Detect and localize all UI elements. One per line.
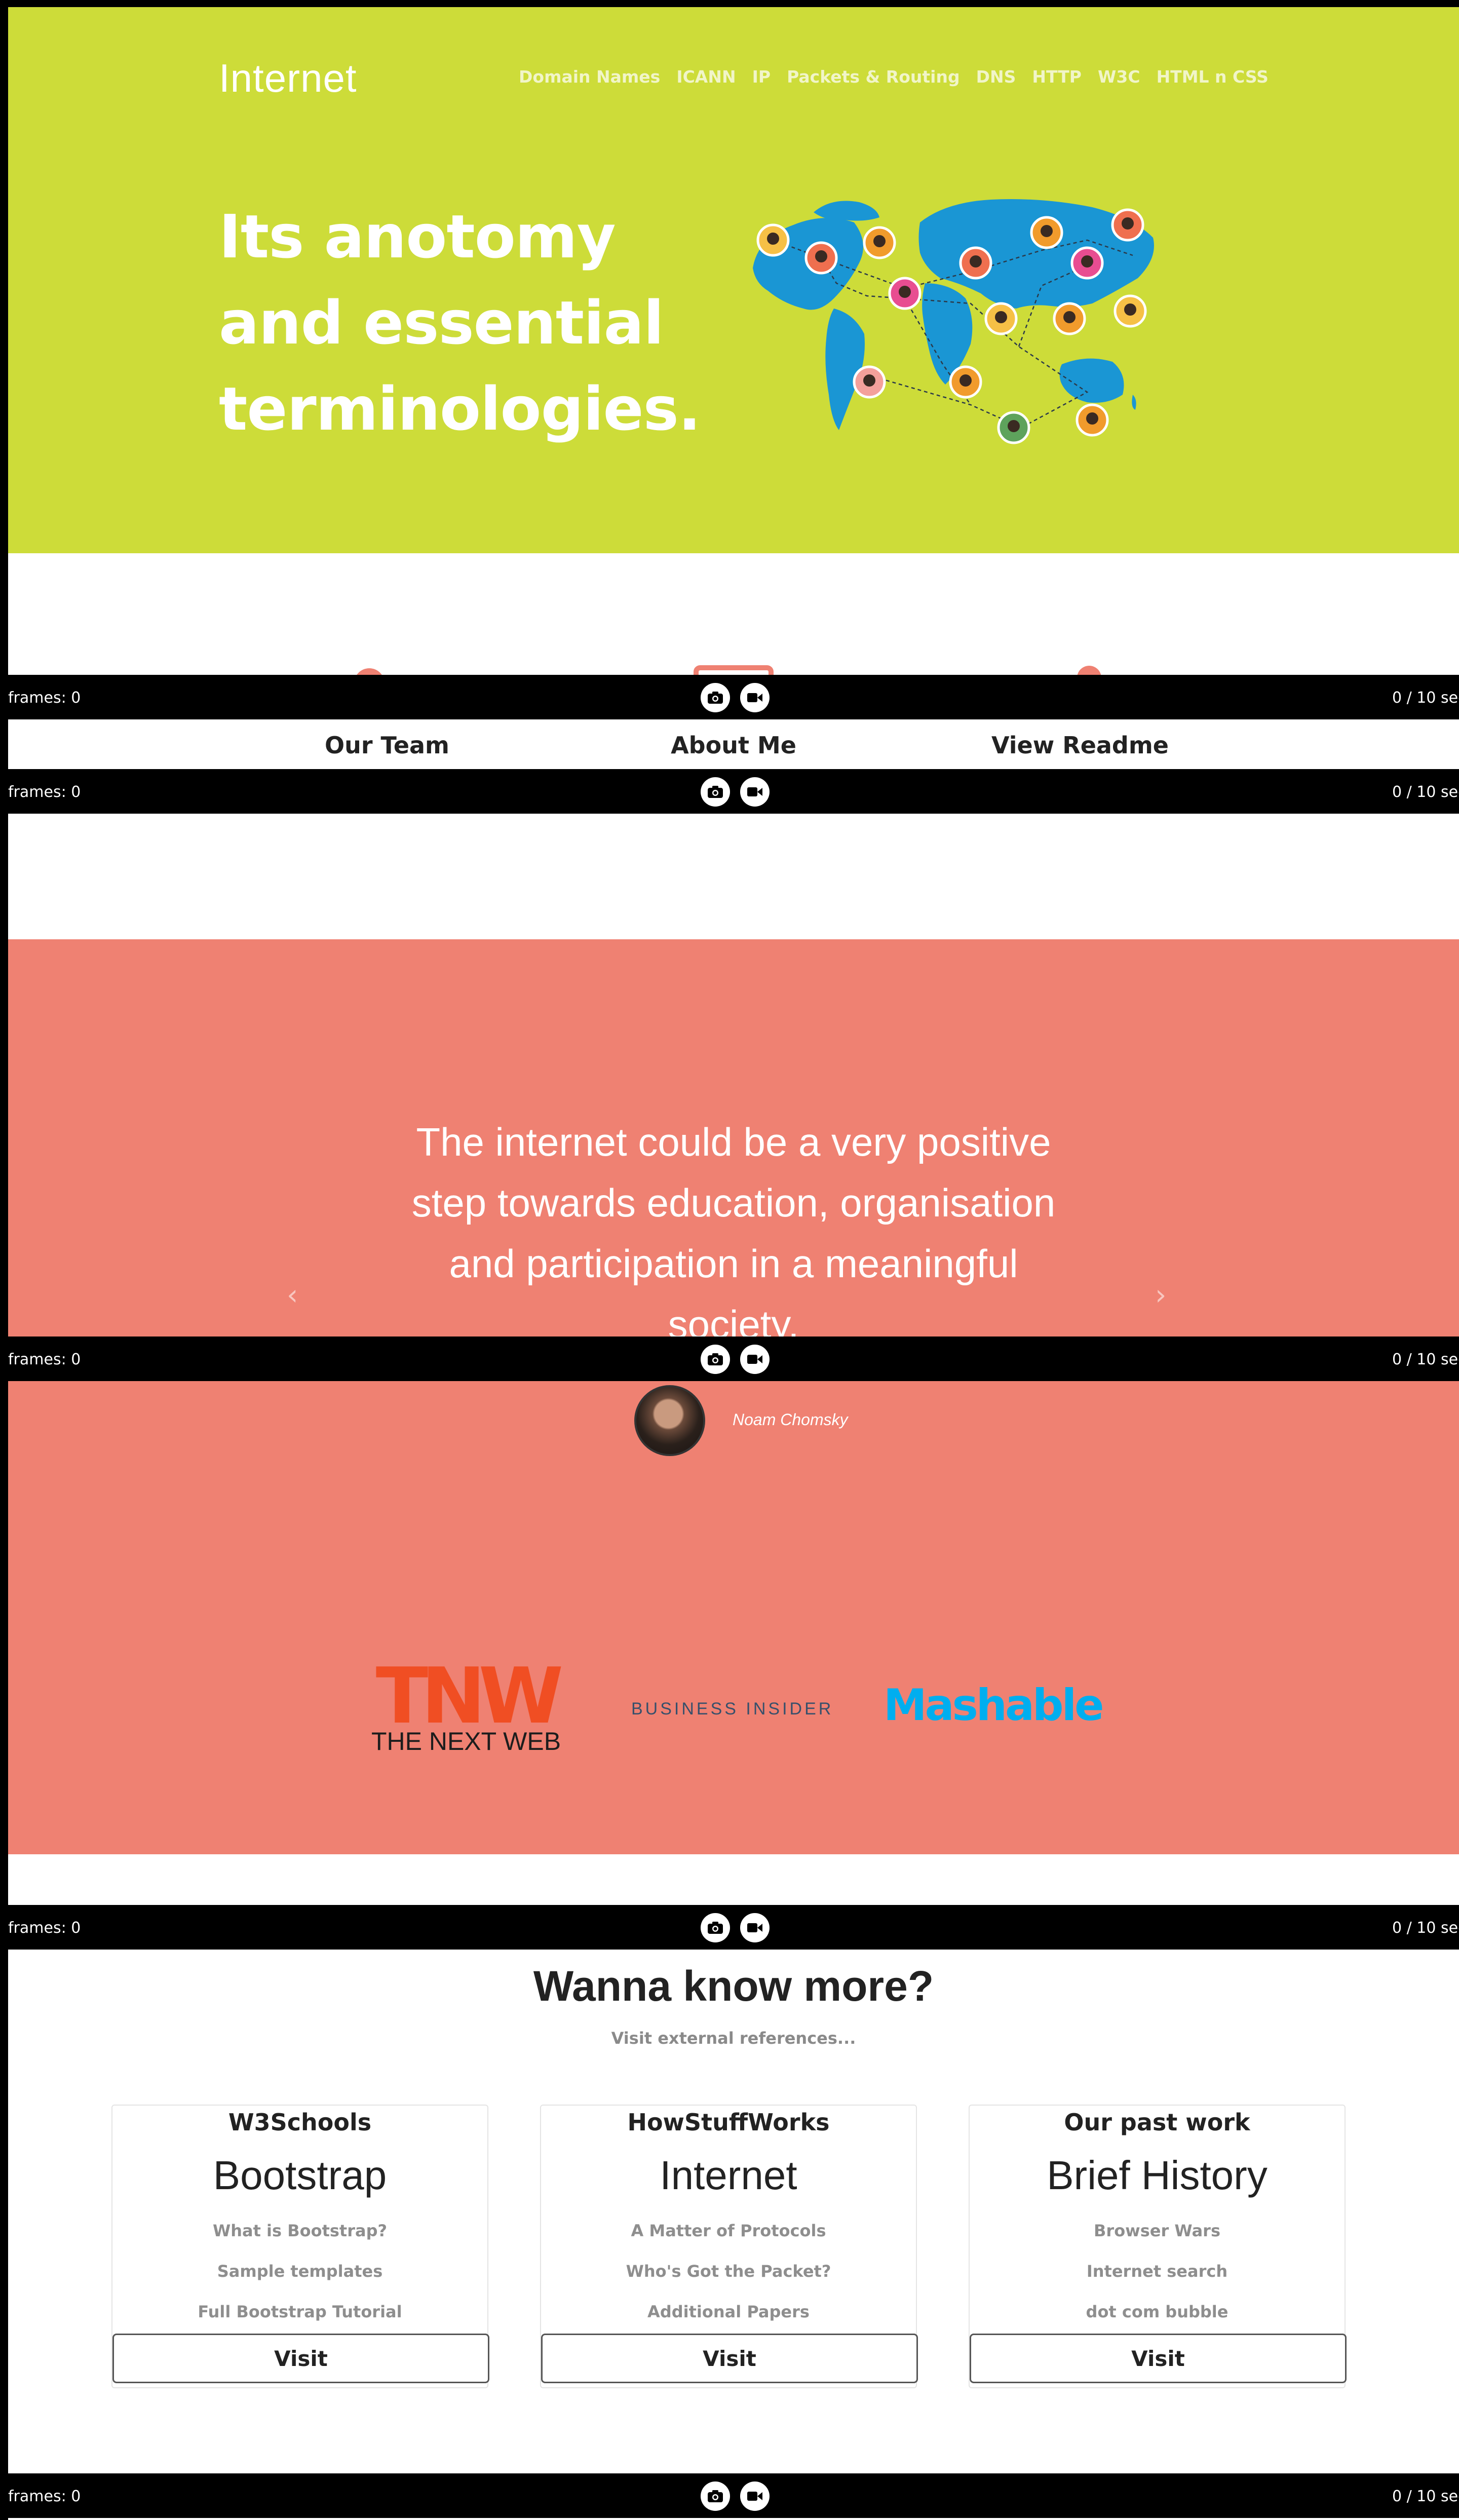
nav-dns[interactable]: DNS <box>976 67 1016 87</box>
tnw-logo[interactable]: TNW THE NEXT WEB <box>355 1663 578 1754</box>
more-title: Wanna know more? <box>533 1962 934 2010</box>
nav-ip[interactable]: IP <box>752 67 771 87</box>
feature-title-view-readme[interactable]: View Readme <box>928 732 1232 759</box>
card-link[interactable]: Additional Papers <box>541 2302 916 2321</box>
card-link[interactable]: Full Bootstrap Tutorial <box>112 2302 487 2321</box>
card-link[interactable]: Internet search <box>970 2262 1345 2281</box>
card-title: Brief History <box>1047 2153 1268 2198</box>
reference-card: W3Schools Bootstrap What is Bootstrap? S… <box>111 2105 489 2388</box>
seconds-counter: 0 / 10 secs <box>1392 783 1459 801</box>
video-icon[interactable] <box>740 2481 770 2511</box>
video-capture-bar: frames: 0 0 / 10 secs <box>0 769 1459 814</box>
business-insider-logo[interactable]: BUSINESS INSIDER <box>631 1699 833 1719</box>
card-link[interactable]: Sample templates <box>112 2262 487 2281</box>
frames-counter: frames: 0 <box>8 1351 81 1368</box>
tnw-logo-wordmark: THE NEXT WEB <box>371 1727 561 1754</box>
card-title: Internet <box>660 2153 797 2198</box>
frames-counter: frames: 0 <box>8 1919 81 1937</box>
seconds-counter: 0 / 10 secs <box>1392 689 1459 707</box>
page: Internet Domain Names ICANN IP Packets &… <box>8 7 1459 2520</box>
video-icon[interactable] <box>740 1913 770 1942</box>
card-link[interactable]: A Matter of Protocols <box>541 2221 916 2240</box>
nav-http[interactable]: HTTP <box>1032 67 1082 87</box>
visit-button[interactable]: Visit <box>541 2334 918 2383</box>
frames-counter: frames: 0 <box>8 689 81 707</box>
camera-icon[interactable] <box>701 2481 730 2511</box>
frames-counter: frames: 0 <box>8 2488 81 2505</box>
main-nav: Domain Names ICANN IP Packets & Routing … <box>519 67 1269 87</box>
camera-icon[interactable] <box>701 777 730 807</box>
card-link[interactable]: dot com bubble <box>970 2302 1345 2321</box>
carousel-prev-arrow[interactable]: ‹ <box>287 1279 298 1312</box>
nav-domain-names[interactable]: Domain Names <box>519 67 660 87</box>
reference-card: HowStuffWorks Internet A Matter of Proto… <box>540 2105 918 2388</box>
card-link[interactable]: What is Bootstrap? <box>112 2221 487 2240</box>
frames-counter: frames: 0 <box>8 783 81 801</box>
video-icon[interactable] <box>740 777 770 807</box>
nav-packets-routing[interactable]: Packets & Routing <box>787 67 960 87</box>
world-map-illustration <box>753 199 1154 444</box>
hero-title-line: Its anotomy <box>219 202 616 272</box>
camera-icon[interactable] <box>701 1913 730 1942</box>
more-subtitle: Visit external references... <box>611 2029 856 2048</box>
quote-text: The internet could be a very positive st… <box>411 1120 1056 1347</box>
seconds-counter: 0 / 10 secs <box>1392 2488 1459 2505</box>
hero-section: Internet Domain Names ICANN IP Packets &… <box>8 7 1459 553</box>
card-title: Bootstrap <box>213 2153 387 2198</box>
hero-title-line: terminologies. <box>219 374 701 444</box>
visit-button[interactable]: Visit <box>112 2334 489 2383</box>
reference-card: Our past work Brief History Browser Wars… <box>969 2105 1347 2388</box>
feature-title-about-me[interactable]: About Me <box>582 732 886 759</box>
seconds-counter: 0 / 10 secs <box>1392 1351 1459 1368</box>
feature-title-our-team[interactable]: Our Team <box>235 732 539 759</box>
hero-title: Its anotomy and essential terminologies. <box>219 194 725 452</box>
card-head: W3Schools <box>228 2109 372 2136</box>
video-capture-bar: frames: 0 0 / 10 secs <box>0 675 1459 719</box>
author-avatar <box>634 1385 705 1456</box>
nav-html-css[interactable]: HTML n CSS <box>1157 67 1269 87</box>
camera-icon[interactable] <box>701 683 730 712</box>
card-link[interactable]: Browser Wars <box>970 2221 1345 2240</box>
card-link[interactable]: Who's Got the Packet? <box>541 2262 916 2281</box>
mashable-logo[interactable]: Mashable <box>884 1680 1104 1731</box>
nav-w3c[interactable]: W3C <box>1098 67 1140 87</box>
brand-logo[interactable]: Internet <box>219 55 357 101</box>
visit-button[interactable]: Visit <box>970 2334 1347 2383</box>
testimonial-section: ‹ › The internet could be a very positiv… <box>8 939 1459 1854</box>
hero-title-line: and essential <box>219 288 664 358</box>
card-head: HowStuffWorks <box>627 2109 830 2136</box>
carousel-next-arrow[interactable]: › <box>1155 1279 1166 1312</box>
seconds-counter: 0 / 10 secs <box>1392 1919 1459 1937</box>
video-icon[interactable] <box>740 683 770 712</box>
card-head: Our past work <box>1064 2109 1250 2136</box>
video-capture-bar: frames: 0 0 / 10 secs <box>0 1905 1459 1950</box>
nav-icann[interactable]: ICANN <box>676 67 736 87</box>
video-capture-bar: frames: 0 0 / 10 secs <box>0 1337 1459 1381</box>
camera-icon[interactable] <box>701 1345 730 1374</box>
video-icon[interactable] <box>740 1345 770 1374</box>
video-capture-bar: frames: 0 0 / 10 secs <box>0 2473 1459 2518</box>
author-name: Noam Chomsky <box>733 1410 848 1429</box>
